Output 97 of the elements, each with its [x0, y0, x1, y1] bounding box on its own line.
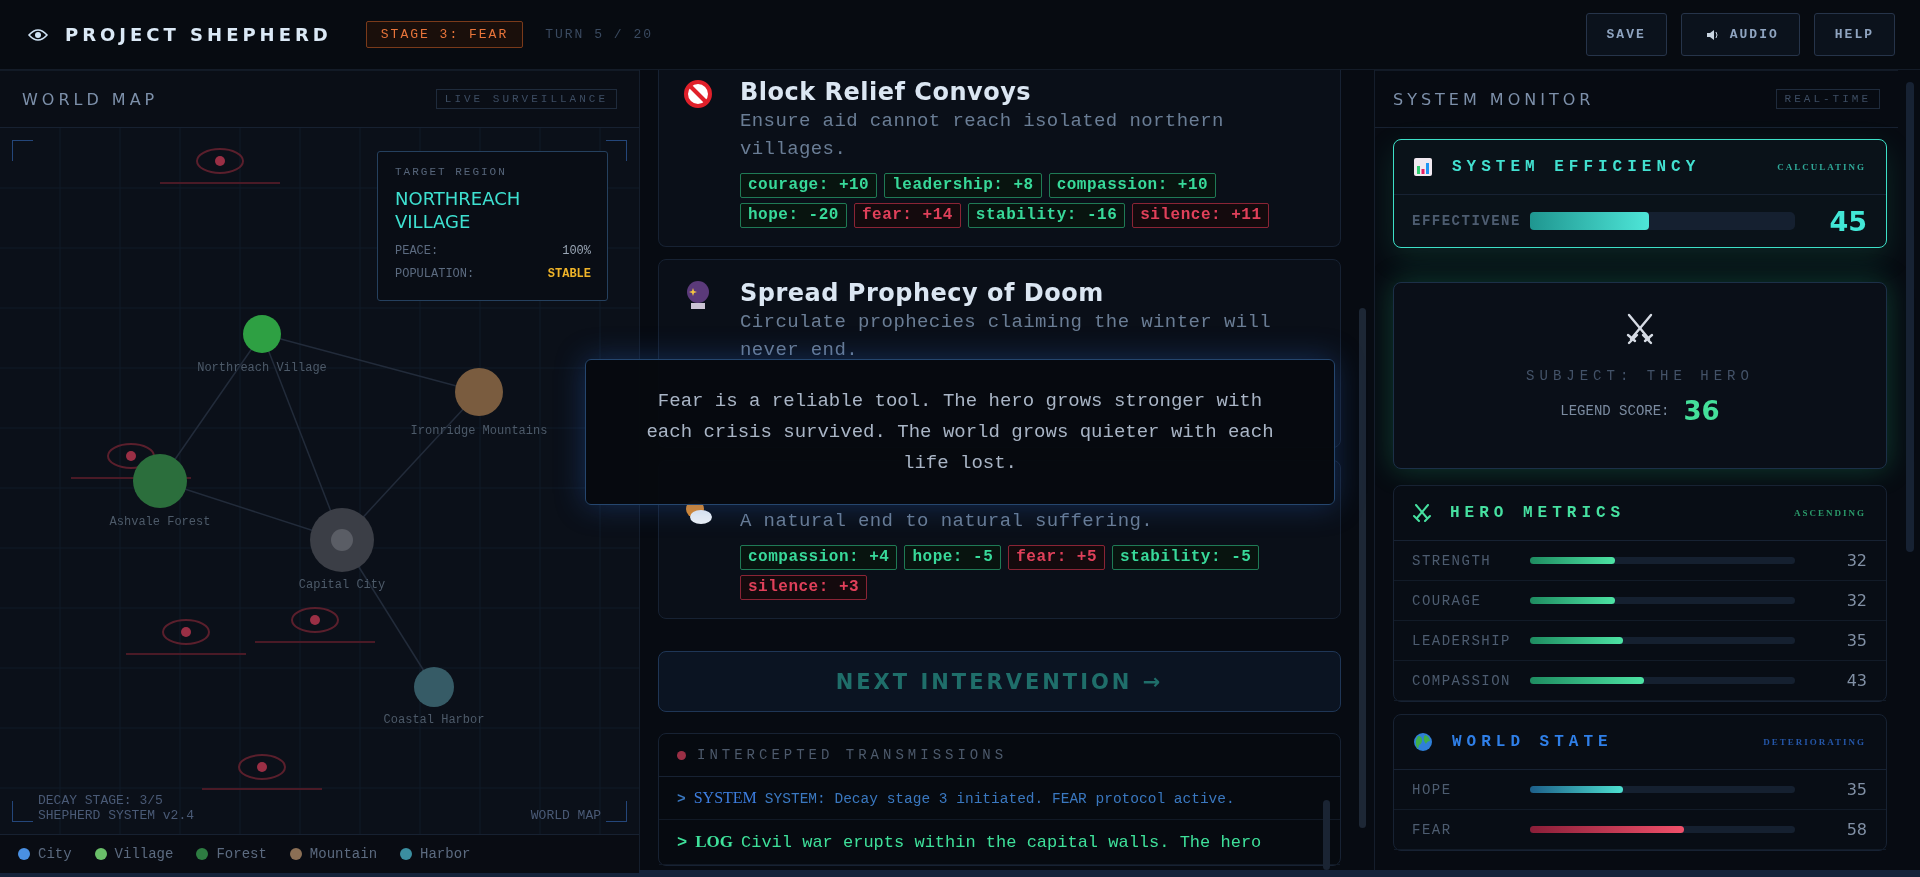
panel-title: INTERCEPTED TRANSMISSIONS [697, 747, 1008, 763]
metric-value: 35 [1845, 631, 1867, 650]
scrollbar[interactable] [1906, 82, 1914, 552]
transmission-text: Civil war erupts within the capital walls. The hero [741, 833, 1262, 852]
eye-marker-icon [159, 148, 281, 184]
entry-tag: LOG [695, 832, 733, 852]
metric-value: 45 [1828, 205, 1867, 237]
stat-label: POPULATION: [395, 266, 475, 283]
legend-score: 36 [1683, 396, 1720, 426]
app-title: PROJECT SHEPHERD [65, 24, 332, 45]
eye-icon [28, 27, 48, 42]
intervention-title: Block Relief Convoys [740, 77, 1033, 107]
eye-marker-icon [201, 754, 323, 790]
crystal-ball-icon [685, 280, 711, 310]
legend-label: City [38, 846, 72, 862]
metric-value: 58 [1845, 820, 1867, 839]
stat-value: 100% [562, 243, 591, 260]
intervention-card[interactable]: Block Relief Convoys Ensure aid cannot reach isolated northern villages. courage: +10 leadership: +8 compassion: +10 hope: -20 fear: +14 stability: -16 silence: +11 [658, 70, 1341, 247]
effect-tag: hope: -5 [904, 545, 1002, 570]
effect-tag: compassion: +4 [740, 545, 898, 570]
entry-tag: SYSTEM [693, 789, 757, 807]
map-node[interactable] [310, 508, 374, 572]
bar-chart-icon [1413, 157, 1433, 177]
score-label: LEGEND SCORE: [1560, 403, 1670, 419]
eye-marker-icon [125, 619, 247, 655]
effect-tag: stability: -16 [967, 203, 1126, 228]
card-caption: TARGET REGION [395, 166, 508, 178]
metric-value: 35 [1845, 780, 1867, 799]
crossed-swords-icon [1624, 313, 1656, 345]
map-node[interactable] [455, 368, 503, 416]
system-caption: DECAY STAGE: 3/5 [38, 793, 164, 808]
prompt-symbol: > [677, 833, 688, 852]
panel-title: WORLD MAP [22, 89, 159, 109]
metric-label: LEADERSHIP [1412, 632, 1512, 649]
effect-tag: hope: -20 [740, 203, 847, 228]
metric-value: 43 [1845, 671, 1867, 690]
prompt-symbol: > [677, 791, 686, 807]
prohibited-icon [683, 79, 713, 109]
node-label: Coastal Harbor [383, 713, 485, 727]
intervention-description: Ensure aid cannot reach isolated northern villages. [740, 109, 1225, 162]
stat-value: STABLE [547, 266, 591, 283]
stat-label: PEACE: [395, 243, 439, 260]
metric-label: FEAR [1412, 821, 1453, 838]
metric-label: COMPASSION [1412, 672, 1512, 689]
effect-tag: courage: +10 [740, 173, 878, 198]
metric-label: COURAGE [1412, 592, 1483, 609]
metric-label: STRENGTH [1412, 552, 1493, 569]
legend-label: Village [114, 846, 174, 862]
effect-tag: fear: +5 [1008, 545, 1106, 570]
status-dot-icon [677, 750, 686, 760]
section-status: DETERIORATING [1763, 737, 1866, 747]
eye-marker-icon [254, 607, 376, 643]
stage-badge: STAGE 3: FEAR [365, 21, 524, 48]
effect-tag: leadership: +8 [884, 173, 1042, 198]
crossed-swords-icon [1413, 504, 1431, 522]
header-button[interactable]: SAVE [1585, 13, 1667, 56]
corner-bracket [12, 140, 33, 161]
speaker-icon [1705, 28, 1720, 41]
map-watermark-label: WORLD MAP [530, 808, 601, 823]
tooltip: Fear is a reliable tool. The hero grows stronger with each crisis survived. The world grows quieter with each life lost. [585, 359, 1335, 505]
scrollbar[interactable] [1359, 308, 1366, 828]
effect-tag: silence: +3 [740, 575, 868, 600]
corner-bracket [12, 801, 33, 822]
legend-label: Forest [216, 846, 267, 862]
section-title: WORLD STATE [1452, 733, 1614, 751]
status-badge: LIVE SURVEILLANCE [435, 89, 617, 109]
map-node[interactable] [243, 315, 281, 353]
audio-button[interactable]: AUDIO [1680, 13, 1800, 56]
subject-label: SUBJECT: THE HERO [1526, 368, 1754, 384]
intervention-title: Spread Prophecy of Doom [740, 278, 1105, 308]
transmission-text: SYSTEM: Decay stage 3 initiated. FEAR protocol active. [764, 791, 1235, 807]
section-title: HERO METRICS [1450, 504, 1627, 522]
section-status: CALCULATING [1777, 162, 1866, 172]
scrollbar[interactable] [1323, 800, 1330, 870]
metric-label: HOPE [1412, 781, 1453, 798]
map-node[interactable] [133, 454, 187, 508]
globe-icon [1413, 732, 1433, 752]
turn-counter: TURN 5 / 20 [545, 27, 654, 42]
section-status: ASCENDING [1794, 508, 1866, 518]
panel-title: SYSTEM MONITOR [1393, 89, 1595, 109]
map-node[interactable] [414, 667, 454, 707]
section-title: SYSTEM EFFICIENCY [1452, 158, 1702, 176]
region-name: NORTHREACH VILLAGE [395, 187, 522, 233]
header-button[interactable]: HELP [1813, 13, 1895, 56]
effect-tag: stability: -5 [1112, 545, 1260, 570]
legend-label: Harbor [420, 846, 471, 862]
effect-tag: fear: +14 [853, 203, 961, 228]
effect-tag: silence: +11 [1132, 203, 1270, 228]
effect-tag: compassion: +10 [1048, 173, 1217, 198]
status-badge: REAL-TIME [1775, 89, 1880, 109]
legend-label: Mountain [309, 846, 378, 862]
metric-value: 32 [1845, 591, 1867, 610]
metric-value: 32 [1845, 551, 1867, 570]
system-caption: SHEPHERD SYSTEM v2.4 [38, 808, 195, 823]
corner-bracket [606, 801, 627, 822]
metric-label: EFFECTIVENE [1412, 213, 1522, 229]
intervention-description: A natural end to natural suffering. [740, 509, 1155, 534]
